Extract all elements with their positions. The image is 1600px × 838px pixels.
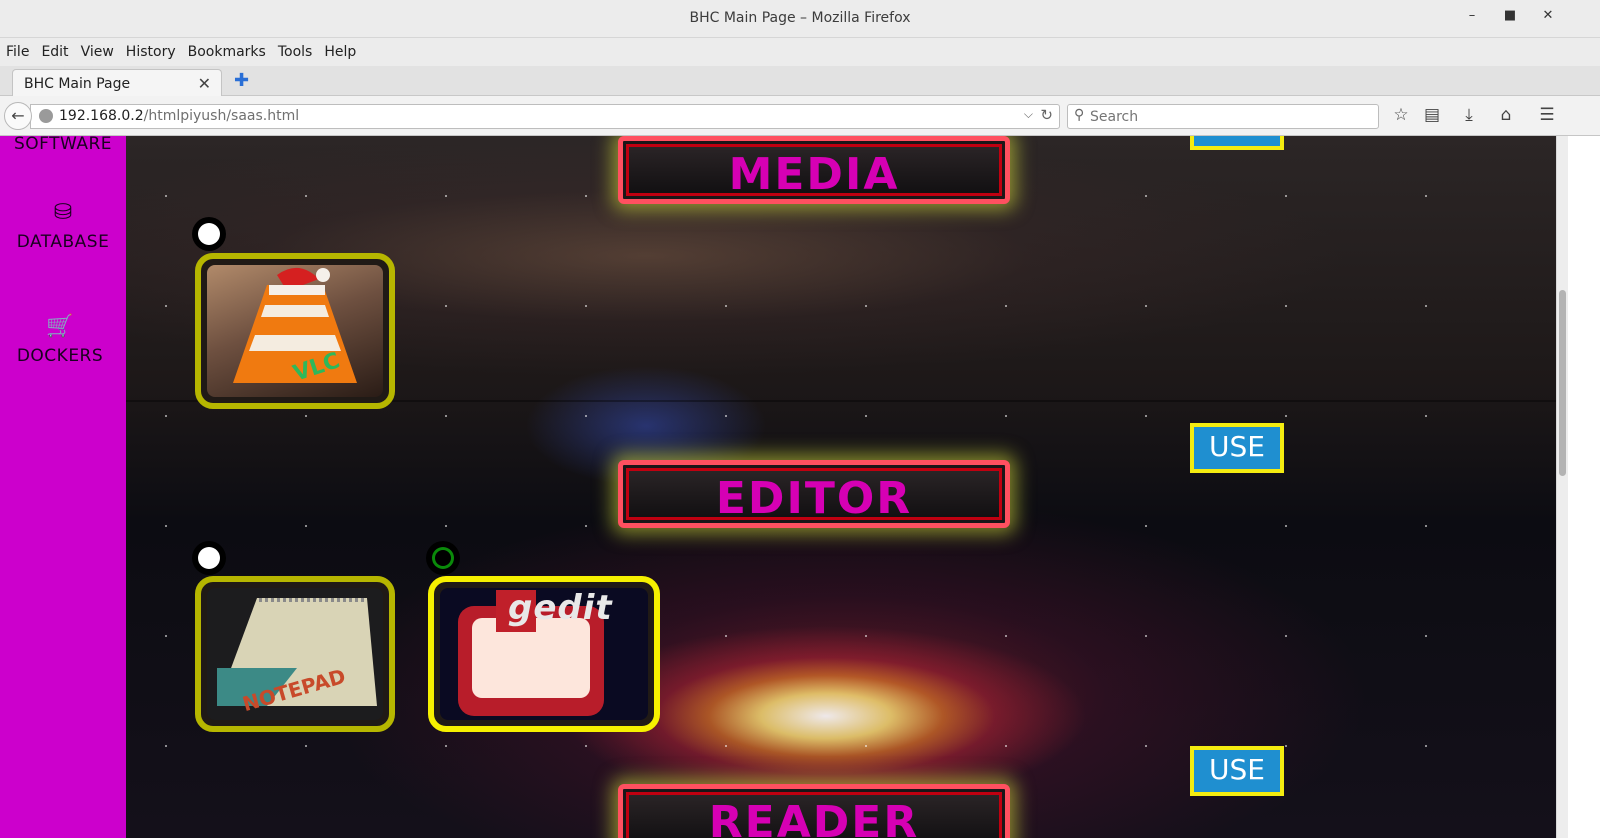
- url-host: 192.168.0.2: [59, 108, 144, 124]
- window-title: BHC Main Page – Mozilla Firefox: [689, 10, 911, 26]
- download-icon[interactable]: ⤓: [1458, 105, 1480, 125]
- use-button-editor[interactable]: USE: [1190, 423, 1284, 473]
- star-icon[interactable]: ☆: [1390, 105, 1412, 125]
- maximize-button[interactable]: ■: [1500, 8, 1520, 23]
- radio-notepad[interactable]: [192, 541, 226, 575]
- new-tab-icon[interactable]: ✚: [234, 70, 249, 91]
- category-title: READER: [708, 797, 920, 838]
- sidebar-item-dockers[interactable]: 🛒 DOCKERS: [0, 314, 123, 366]
- minimize-button[interactable]: –: [1462, 8, 1482, 23]
- gedit-art-label: gedit: [508, 588, 613, 628]
- vlc-cone-icon: VLC: [207, 265, 383, 397]
- sidebar-item-label: SOFTWARE: [13, 136, 113, 154]
- url-text[interactable]: 192.168.0.2/htmlpiyush/saas.html: [59, 108, 299, 124]
- page-right-margin: [1568, 136, 1600, 838]
- category-header-reader: READER: [618, 784, 1010, 838]
- radio-vlc[interactable]: [192, 217, 226, 251]
- menu-history[interactable]: History: [126, 44, 176, 60]
- page-viewport: SOFTWARE ⛁ DATABASE 🛒 DOCKERS USE MEDIA: [0, 136, 1600, 838]
- menu-help[interactable]: Help: [324, 44, 356, 60]
- reload-icon[interactable]: ↻: [1040, 106, 1053, 124]
- category-header-editor: EDITOR: [618, 460, 1010, 528]
- use-button-reader[interactable]: USE: [1190, 746, 1284, 796]
- url-path: /htmlpiyush/saas.html: [143, 108, 300, 124]
- menu-bookmarks[interactable]: Bookmarks: [188, 44, 266, 60]
- back-button[interactable]: ←: [4, 102, 32, 130]
- app-card-vlc[interactable]: VLC: [195, 253, 395, 409]
- sidebar-item-label: DOCKERS: [16, 346, 104, 366]
- url-bar[interactable]: 192.168.0.2/htmlpiyush/saas.html ⌵ ↻: [30, 104, 1060, 129]
- database-icon: ⛁: [53, 200, 73, 225]
- menu-tools[interactable]: Tools: [278, 44, 313, 60]
- category-header-media: MEDIA: [618, 136, 1010, 204]
- url-dropdown-icon[interactable]: ⌵: [1024, 107, 1033, 122]
- window-titlebar: BHC Main Page – Mozilla Firefox – ■ ✕: [0, 0, 1600, 38]
- menu-edit[interactable]: Edit: [41, 44, 68, 60]
- page-scrollbar[interactable]: [1556, 136, 1568, 838]
- cart-plus-icon: 🛒: [46, 314, 74, 339]
- home-icon[interactable]: ⌂: [1495, 105, 1517, 125]
- sidebar-item-software[interactable]: SOFTWARE: [0, 136, 126, 154]
- search-bar[interactable]: ⚲: [1067, 104, 1379, 129]
- app-card-gedit[interactable]: gedit: [428, 576, 660, 732]
- menu-view[interactable]: View: [81, 44, 114, 60]
- menu-file[interactable]: File: [6, 44, 29, 60]
- search-input[interactable]: [1090, 107, 1370, 126]
- tab-bhc-main-page[interactable]: BHC Main Page ✕: [12, 69, 222, 97]
- close-window-button[interactable]: ✕: [1538, 8, 1558, 23]
- sidebar-item-database[interactable]: ⛁ DATABASE: [0, 200, 126, 252]
- radio-gedit-selected[interactable]: [426, 541, 460, 575]
- navigation-bar: 192.168.0.2/htmlpiyush/saas.html ⌵ ↻ ← ⚲…: [0, 96, 1600, 136]
- search-icon: ⚲: [1074, 107, 1085, 123]
- tab-bar: BHC Main Page ✕ ✚: [0, 66, 1600, 97]
- gedit-icon: gedit: [440, 588, 648, 720]
- close-tab-icon[interactable]: ✕: [198, 74, 211, 93]
- category-title: EDITOR: [715, 473, 913, 524]
- sidebar: SOFTWARE ⛁ DATABASE 🛒 DOCKERS: [0, 136, 126, 838]
- menu-icon[interactable]: ☰: [1536, 105, 1558, 125]
- category-title: MEDIA: [728, 149, 900, 200]
- app-card-notepad[interactable]: NOTEPAD: [195, 576, 395, 732]
- sidebar-item-label: DATABASE: [16, 232, 110, 252]
- reading-list-icon[interactable]: ▤: [1421, 105, 1443, 125]
- site-identity-icon[interactable]: [39, 109, 53, 123]
- main-content: USE MEDIA VLC USE EDITOR: [126, 136, 1556, 838]
- menu-bar: File Edit View History Bookmarks Tools H…: [0, 38, 1600, 66]
- use-button-media[interactable]: USE: [1190, 136, 1284, 150]
- notepad-icon: NOTEPAD: [207, 588, 383, 720]
- scrollbar-thumb[interactable]: [1559, 290, 1566, 476]
- tab-label: BHC Main Page: [24, 76, 131, 92]
